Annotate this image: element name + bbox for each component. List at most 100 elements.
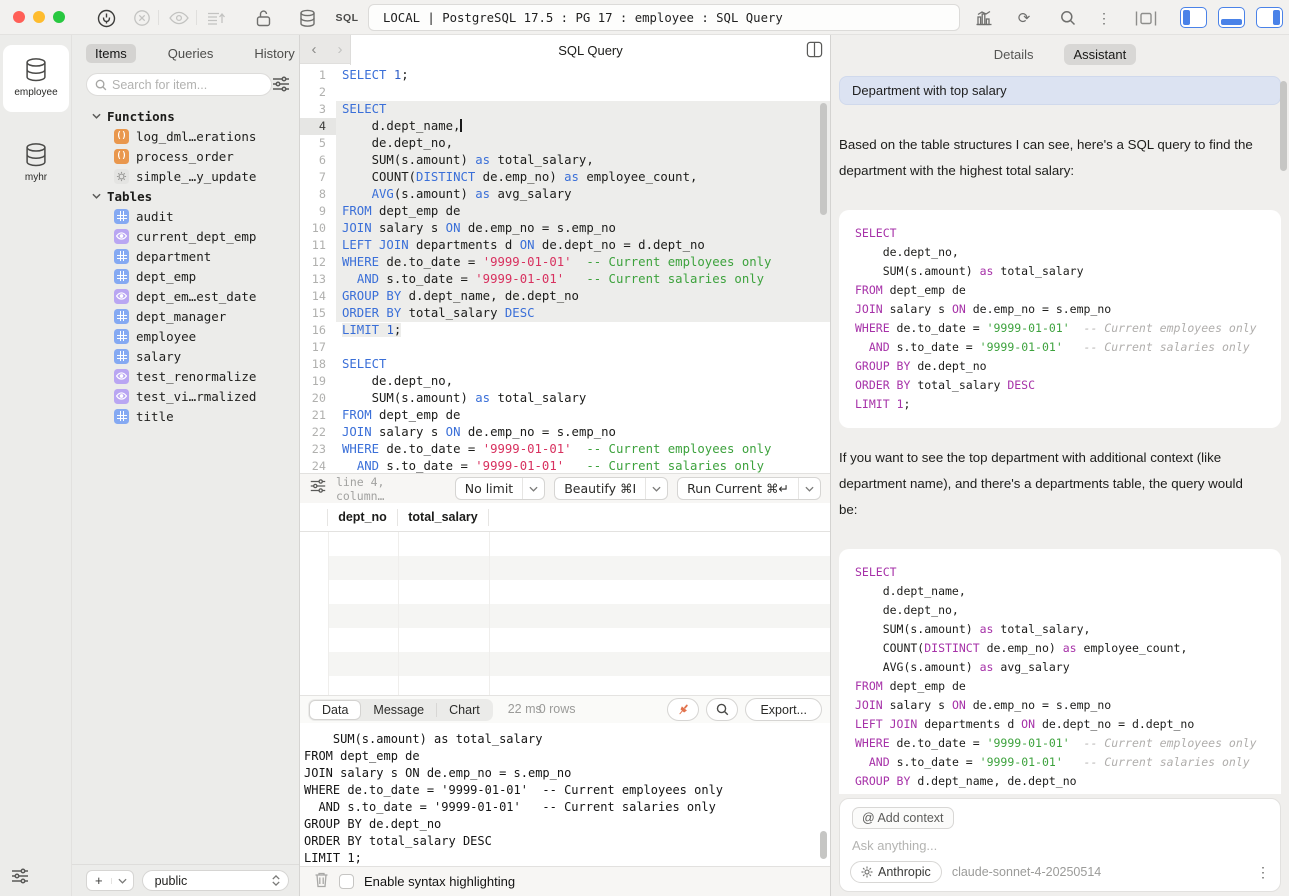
- tree-item-table[interactable]: title: [72, 406, 299, 426]
- search-results-button[interactable]: [706, 698, 738, 721]
- kebab-icon[interactable]: ⋮: [1093, 7, 1115, 29]
- editor-line[interactable]: 8 AVG(s.amount) as avg_salary: [300, 186, 830, 203]
- column-header-total-salary[interactable]: total_salary: [398, 509, 489, 526]
- results-tab-message[interactable]: Message: [361, 701, 436, 719]
- message-panel-scrollbar[interactable]: [820, 831, 827, 859]
- results-tab-chart[interactable]: Chart: [437, 701, 492, 719]
- sliders-icon[interactable]: [10, 866, 30, 886]
- log-icon[interactable]: [205, 7, 227, 29]
- table-row[interactable]: [328, 532, 830, 556]
- connection-item-myhr[interactable]: myhr: [3, 130, 69, 190]
- editor-line[interactable]: 13 AND s.to_date = '9999-01-01' -- Curre…: [300, 271, 830, 288]
- run-current-button[interactable]: Run Current ⌘↵: [677, 477, 821, 500]
- chevron-down-icon[interactable]: [111, 878, 133, 884]
- editor-line[interactable]: 15ORDER BY total_salary DESC: [300, 305, 830, 322]
- editor-line[interactable]: 7 COUNT(DISTINCT de.emp_no) as employee_…: [300, 169, 830, 186]
- table-row[interactable]: [328, 652, 830, 676]
- assistant-conversation[interactable]: Department with top salaryBased on the t…: [839, 76, 1281, 794]
- editor-line[interactable]: 21FROM dept_emp de: [300, 407, 830, 424]
- editor-line[interactable]: 4 d.dept_name,: [300, 118, 830, 135]
- tab-sql-query[interactable]: SQL Query: [350, 35, 830, 65]
- editor-line[interactable]: 12WHERE de.to_date = '9999-01-01' -- Cur…: [300, 254, 830, 271]
- tree-item-table[interactable]: employee: [72, 326, 299, 346]
- schema-select[interactable]: public: [142, 870, 289, 891]
- editor-line[interactable]: 24 AND s.to_date = '9999-01-01' -- Curre…: [300, 458, 830, 473]
- tree-item-view[interactable]: dept_em…est_date: [72, 286, 299, 306]
- tree-item-view[interactable]: current_dept_emp: [72, 226, 299, 246]
- editor-line[interactable]: 19 de.dept_no,: [300, 373, 830, 390]
- editor-scrollbar[interactable]: [820, 103, 827, 215]
- trash-icon[interactable]: [314, 871, 329, 893]
- sidebar-tab-queries[interactable]: Queries: [159, 44, 223, 63]
- tree-item-table[interactable]: dept_manager: [72, 306, 299, 326]
- tree-item-function[interactable]: ()process_order: [72, 146, 299, 166]
- editor-line[interactable]: 11LEFT JOIN departments d ON de.dept_no …: [300, 237, 830, 254]
- tree-section-tables[interactable]: Tables: [72, 186, 299, 206]
- filter-icon[interactable]: [271, 74, 291, 94]
- tree-item-table[interactable]: salary: [72, 346, 299, 366]
- tree-item-gear[interactable]: simple_…y_update: [72, 166, 299, 186]
- results-grid[interactable]: dept_no total_salary: [300, 503, 830, 695]
- sidebar-tab-items[interactable]: Items: [86, 44, 136, 63]
- search-icon[interactable]: [1057, 7, 1079, 29]
- kebab-icon[interactable]: ⋮: [1256, 864, 1270, 881]
- search-input[interactable]: Search for item...: [86, 73, 272, 96]
- chart-icon[interactable]: [973, 7, 995, 29]
- editor-line[interactable]: 14GROUP BY d.dept_name, de.dept_no: [300, 288, 830, 305]
- lock-icon[interactable]: [252, 7, 274, 29]
- tree-item-table[interactable]: dept_emp: [72, 266, 299, 286]
- table-row[interactable]: [328, 628, 830, 652]
- editor-line[interactable]: 1SELECT 1;: [300, 67, 830, 84]
- editor-line[interactable]: 16LIMIT 1;: [300, 322, 830, 339]
- editor-line[interactable]: 3SELECT: [300, 101, 830, 118]
- editor-line[interactable]: 23WHERE de.to_date = '9999-01-01' -- Cur…: [300, 441, 830, 458]
- pin-button[interactable]: [667, 698, 699, 721]
- forward-arrow-button[interactable]: ›: [330, 39, 350, 59]
- assistant-composer[interactable]: @ Add context Ask anything... Anthropic …: [839, 798, 1281, 892]
- assistant-code-block[interactable]: SELECT d.dept_name, de.dept_no, SUM(s.am…: [839, 549, 1281, 794]
- tree-item-view[interactable]: test_vi…rmalized: [72, 386, 299, 406]
- sliders-icon[interactable]: [309, 477, 327, 500]
- back-arrow-button[interactable]: ‹: [304, 39, 324, 59]
- tab-details[interactable]: Details: [984, 44, 1044, 65]
- add-context-chip[interactable]: @ Add context: [852, 807, 954, 829]
- tree-item-table[interactable]: audit: [72, 206, 299, 226]
- zoom-window-button[interactable]: [53, 11, 65, 23]
- add-item-button[interactable]: +: [86, 870, 134, 891]
- beautify-button[interactable]: Beautify ⌘I: [554, 477, 668, 500]
- table-row[interactable]: [328, 604, 830, 628]
- editor-line[interactable]: 5 de.dept_no,: [300, 135, 830, 152]
- connection-title-bar[interactable]: LOCAL | PostgreSQL 17.5 : PG 17 : employ…: [368, 4, 960, 31]
- plug-icon[interactable]: [95, 7, 117, 29]
- database-icon[interactable]: [296, 7, 318, 29]
- minimize-window-button[interactable]: [33, 11, 45, 23]
- close-window-button[interactable]: [13, 11, 25, 23]
- eye-icon[interactable]: [168, 7, 190, 29]
- tab-assistant[interactable]: Assistant: [1064, 44, 1137, 65]
- limit-select[interactable]: No limit: [455, 477, 545, 500]
- sql-editor[interactable]: 1SELECT 1;23SELECT4 d.dept_name,5 de.dep…: [300, 64, 830, 473]
- tree-section-functions[interactable]: Functions: [72, 106, 299, 126]
- assistant-code-block[interactable]: SELECT de.dept_no, SUM(s.amount) as tota…: [839, 210, 1281, 428]
- toggle-bottom-panel-button[interactable]: [1218, 7, 1245, 28]
- refresh-icon[interactable]: ⟳: [1013, 7, 1035, 29]
- editor-line[interactable]: 18SELECT: [300, 356, 830, 373]
- assistant-input[interactable]: Ask anything...: [852, 838, 1268, 853]
- syntax-highlighting-checkbox[interactable]: [339, 874, 354, 889]
- provider-select[interactable]: Anthropic: [850, 861, 942, 883]
- editor-line[interactable]: 22JOIN salary s ON de.emp_no = s.emp_no: [300, 424, 830, 441]
- tree-item-table[interactable]: department: [72, 246, 299, 266]
- message-panel[interactable]: SUM(s.amount) as total_salaryFROM dept_e…: [300, 723, 830, 866]
- tree-item-view[interactable]: test_renormalize: [72, 366, 299, 386]
- connection-item-employee[interactable]: employee: [3, 45, 69, 112]
- column-header-dept-no[interactable]: dept_no: [328, 509, 398, 526]
- editor-line[interactable]: 20 SUM(s.amount) as total_salary: [300, 390, 830, 407]
- editor-line[interactable]: 6 SUM(s.amount) as total_salary,: [300, 152, 830, 169]
- editor-line[interactable]: 10JOIN salary s ON de.emp_no = s.emp_no: [300, 220, 830, 237]
- tree-item-function[interactable]: ()log_dml…erations: [72, 126, 299, 146]
- toggle-left-panel-button[interactable]: [1180, 7, 1207, 28]
- toggle-right-panel-button[interactable]: [1256, 7, 1283, 28]
- table-row[interactable]: [328, 580, 830, 604]
- table-row[interactable]: [328, 676, 830, 695]
- table-row[interactable]: [328, 556, 830, 580]
